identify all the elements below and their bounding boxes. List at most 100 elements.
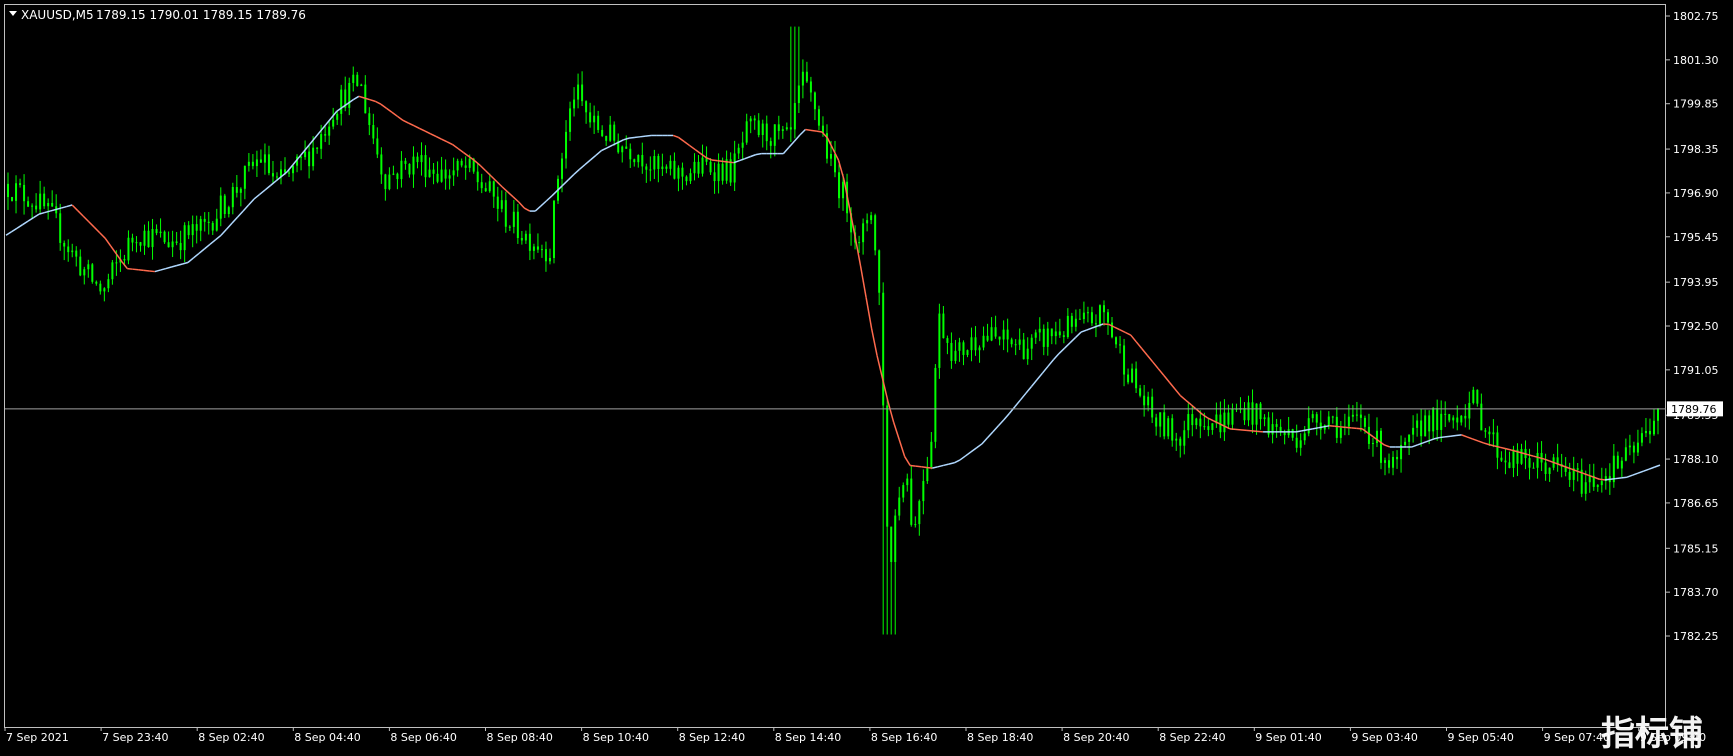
candle-body <box>722 164 724 181</box>
x-tick-label: 9 Sep 03:40 <box>1351 731 1417 744</box>
candle-body <box>1107 312 1109 322</box>
moving-average-segment <box>805 129 811 130</box>
candle-body <box>328 127 330 136</box>
candle-body <box>597 116 599 130</box>
candle-body <box>995 327 997 336</box>
candle-body <box>529 234 531 251</box>
candle-body <box>1167 418 1169 436</box>
candle-body <box>1392 457 1394 468</box>
moving-average-segment <box>921 467 927 468</box>
candle-body <box>396 174 398 179</box>
candle-body <box>184 225 186 250</box>
candle-body <box>148 231 150 247</box>
candle-body <box>75 251 77 257</box>
moving-average-segment <box>1324 426 1330 427</box>
candle-body <box>1508 462 1510 468</box>
y-tick-label: 1786.65 <box>1673 497 1719 510</box>
candle-body <box>1031 338 1033 349</box>
candle-body <box>288 173 290 174</box>
candle-body <box>874 215 876 250</box>
candle-body <box>934 368 936 442</box>
candle-body <box>782 129 784 131</box>
candle-body <box>160 232 162 233</box>
candle-body <box>1131 369 1133 383</box>
candle-body <box>115 262 117 263</box>
candle-body <box>324 134 326 136</box>
candle-body <box>1195 419 1197 425</box>
candle-body <box>758 120 760 135</box>
moving-average-segment <box>916 466 922 467</box>
candle-body <box>521 238 523 240</box>
candle-body <box>39 194 41 210</box>
candle-body <box>999 337 1001 340</box>
y-tick-label: 1802.75 <box>1673 10 1719 23</box>
candle-body <box>509 227 511 228</box>
candle-body <box>1629 446 1631 448</box>
candle-body <box>685 177 687 182</box>
moving-average-segment <box>1616 478 1622 479</box>
candle-body <box>585 101 587 112</box>
candle-body <box>380 154 382 174</box>
candle-body <box>340 90 342 114</box>
candle-body <box>135 242 137 243</box>
moving-average-segment <box>1252 431 1258 432</box>
candle-body <box>1272 424 1274 434</box>
candle-body <box>139 242 141 246</box>
candle-body <box>1549 468 1551 474</box>
candle-body <box>689 173 691 181</box>
candle-body <box>469 159 471 168</box>
candle-body <box>545 249 547 261</box>
candle-body <box>336 114 338 120</box>
candle-body <box>220 196 222 219</box>
candle-body <box>1436 408 1438 430</box>
candle-body <box>152 229 154 247</box>
candle-body <box>320 134 322 149</box>
candle-body <box>200 219 202 231</box>
candle-body <box>352 75 354 83</box>
candle-body <box>304 152 306 158</box>
candle-body <box>677 168 679 179</box>
candle-body <box>1601 481 1603 485</box>
candle-body <box>332 120 334 127</box>
candle-body <box>1023 340 1025 360</box>
candle-body <box>1123 345 1125 374</box>
moving-average-segment <box>1235 429 1241 430</box>
candle-body <box>954 351 956 361</box>
candle-body <box>1300 440 1302 448</box>
candle-body <box>641 155 643 166</box>
candle-body <box>204 219 206 222</box>
candle-body <box>589 112 591 122</box>
candle-body <box>649 169 651 170</box>
candle-body <box>1199 419 1201 427</box>
candle-body <box>376 138 378 154</box>
candle-body <box>565 132 567 159</box>
candle-body <box>1645 431 1647 433</box>
candle-body <box>601 130 603 136</box>
candle-body <box>384 174 386 189</box>
candle-body <box>549 258 551 261</box>
candle-body <box>127 238 129 261</box>
moving-average-segment <box>717 161 723 162</box>
moving-average-segment <box>1445 436 1451 437</box>
candle-body <box>1083 313 1085 319</box>
candle-body <box>356 75 358 86</box>
candle-body <box>1011 339 1013 344</box>
candle-body <box>360 85 362 86</box>
candle-body <box>1227 413 1229 425</box>
candle-body <box>1211 423 1213 430</box>
candle-body <box>1428 415 1430 431</box>
x-tick-label: 8 Sep 16:40 <box>871 731 937 744</box>
moving-average-segment <box>640 136 646 137</box>
candle-body <box>1432 408 1434 431</box>
candle-body <box>1625 447 1627 460</box>
candle-body <box>866 220 868 223</box>
candle-body <box>1183 430 1185 445</box>
candle-body <box>489 181 491 191</box>
current-price-tag-label: 1789.76 <box>1671 403 1717 416</box>
candle-body <box>806 72 808 82</box>
candle-body <box>818 109 820 125</box>
candle-body <box>1448 414 1450 420</box>
x-tick-label: 8 Sep 10:40 <box>583 731 649 744</box>
candle-body <box>1569 472 1571 480</box>
candle-body <box>1472 390 1474 403</box>
